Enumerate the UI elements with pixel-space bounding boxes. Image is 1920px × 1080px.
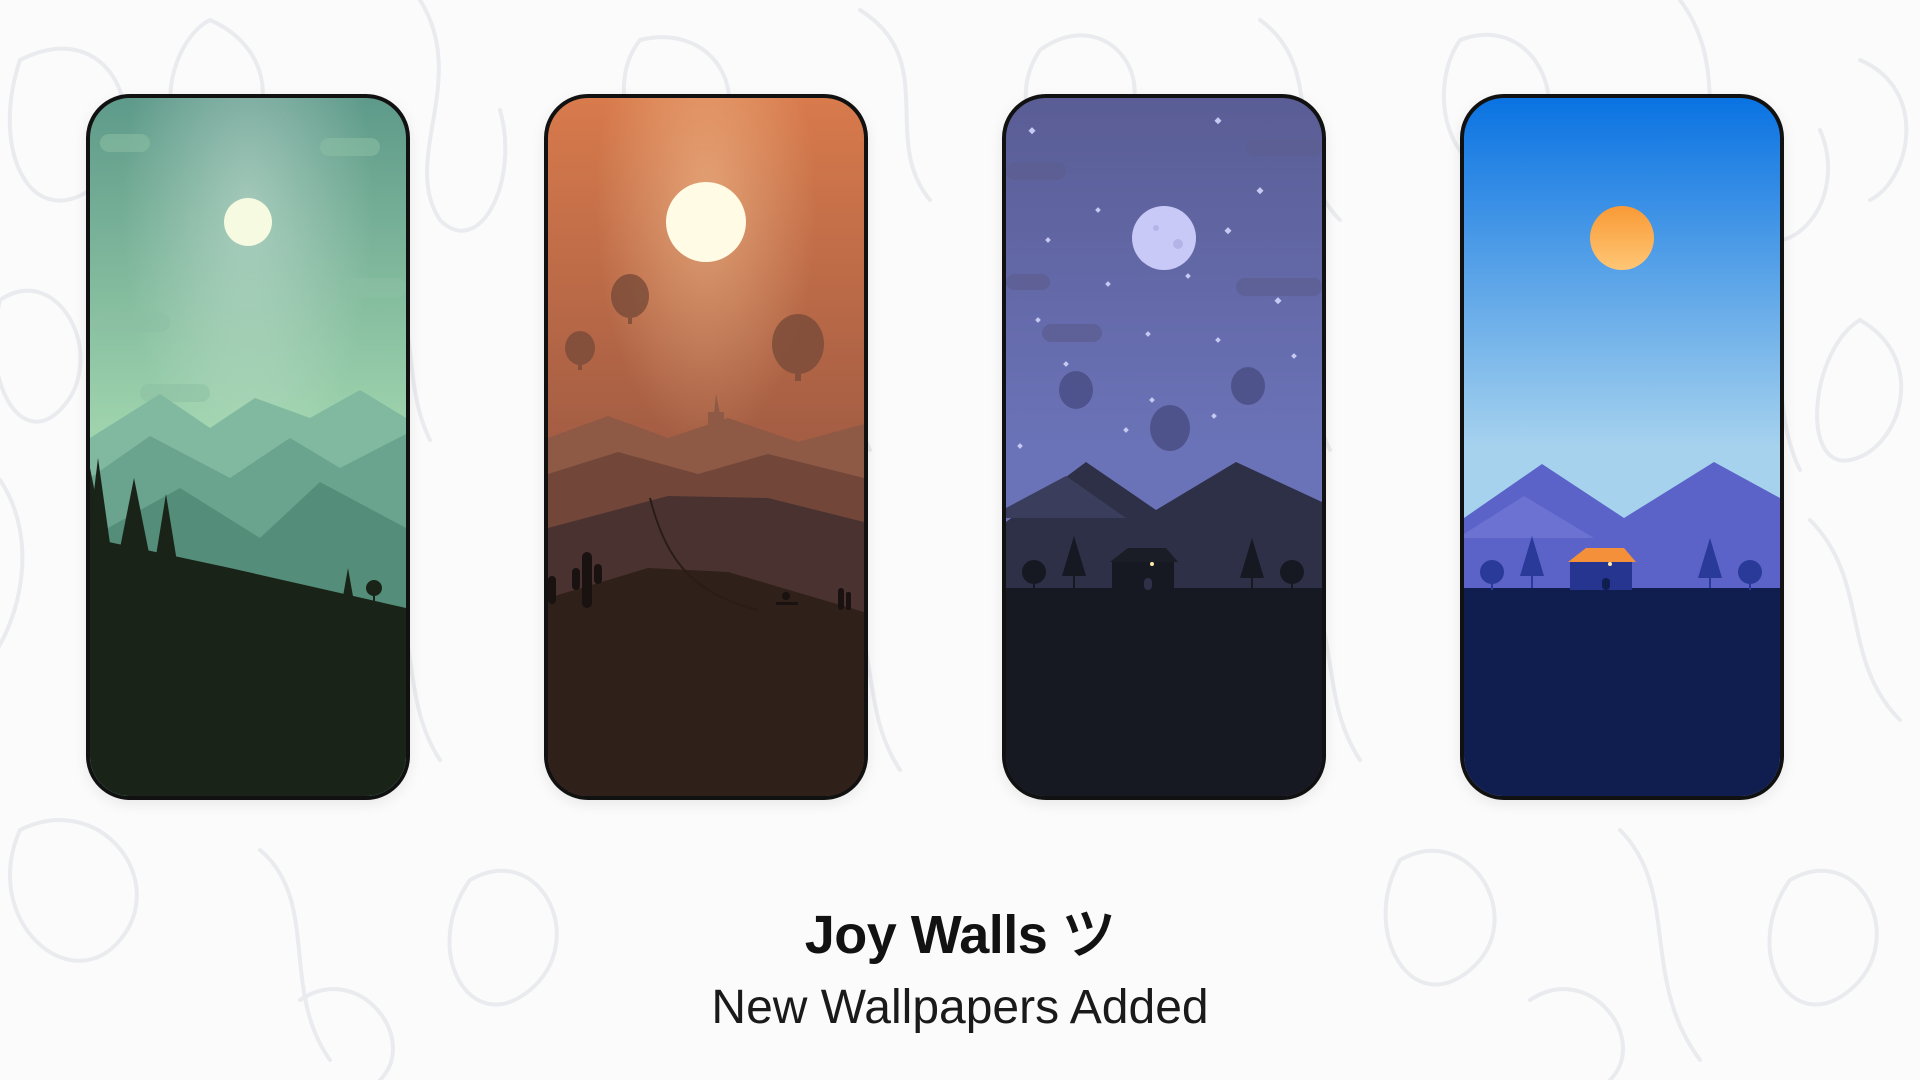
moon-icon: [1132, 206, 1196, 270]
desert-landscape-illustration: [548, 98, 864, 796]
green-landscape-illustration: [90, 98, 406, 796]
sun-icon: [666, 182, 746, 262]
day-landscape-illustration: [1464, 98, 1780, 796]
wallpaper-preview-blue[interactable]: [1460, 94, 1784, 800]
wallpaper-preview-purple[interactable]: [1002, 94, 1326, 800]
wallpaper-preview-orange[interactable]: [544, 94, 868, 800]
night-landscape-illustration: [1006, 98, 1322, 796]
sun-icon: [1590, 206, 1654, 270]
sun-icon: [224, 198, 272, 246]
app-title: Joy Walls ツ: [804, 905, 1116, 965]
wallpaper-preview-green[interactable]: [86, 94, 410, 800]
app-subtitle: New Wallpapers Added: [711, 981, 1209, 1034]
